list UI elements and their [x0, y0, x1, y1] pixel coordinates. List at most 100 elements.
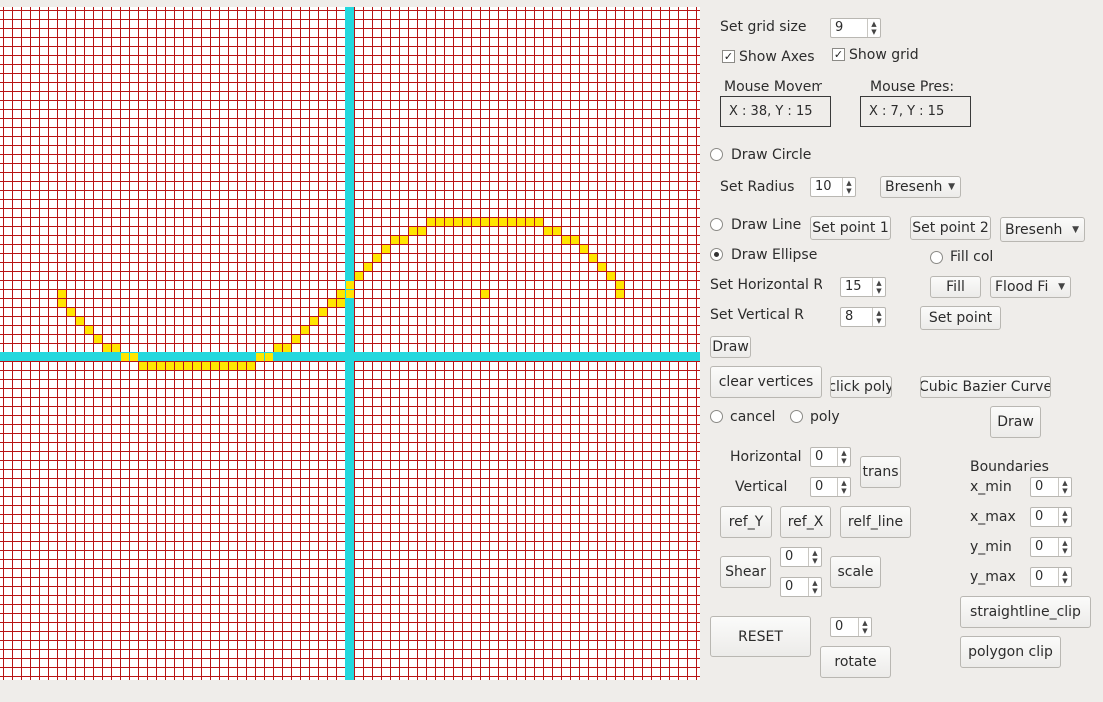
reflect-y-button[interactable]: ref_Y — [720, 506, 772, 538]
cubic-bezier-curve-button[interactable]: Cubic Bazier Curve — [920, 376, 1051, 398]
ellipse-pixel — [607, 272, 615, 280]
draw-circle-radio[interactable] — [710, 148, 723, 161]
spin-arrows-icon[interactable]: ▲ ▼ — [872, 308, 885, 326]
boundaries-label: Boundaries — [970, 459, 1049, 475]
spin-arrows-icon[interactable]: ▲ ▼ — [837, 448, 850, 466]
ellipse-pixel — [265, 353, 273, 361]
pixel-grid[interactable] — [0, 7, 700, 680]
ellipse-pixel — [337, 290, 345, 298]
ellipse-pixel — [409, 227, 417, 235]
spin-arrows-icon[interactable]: ▲ ▼ — [837, 478, 850, 496]
y-max-label: y_max — [970, 569, 1016, 585]
radius-spinbox[interactable]: 10 ▲ ▼ — [810, 177, 856, 197]
spin-arrows-icon[interactable]: ▲ ▼ — [808, 548, 821, 566]
spin-arrows-icon[interactable]: ▲ ▼ — [872, 278, 885, 296]
spin-arrows-icon[interactable]: ▲ ▼ — [1058, 538, 1071, 556]
x-max-value: 0 — [1035, 509, 1044, 524]
ellipse-pixel — [373, 254, 381, 262]
ellipse-pixel — [166, 362, 174, 370]
x-max-spinbox[interactable]: 0 ▲ ▼ — [1030, 507, 1072, 527]
shear-x-spinbox[interactable]: 0 ▲ ▼ — [780, 547, 822, 567]
show-axes-checkbox[interactable]: ✓ — [722, 50, 735, 63]
reflect-line-button[interactable]: relf_line — [840, 506, 911, 538]
ellipse-pixel — [400, 236, 408, 244]
mouse-press-title: Mouse Pres: — [870, 79, 954, 95]
grid-size-spinbox[interactable]: 9 ▲ ▼ — [830, 18, 881, 38]
ellipse-pixel — [571, 236, 579, 244]
set-grid-size-label: Set grid size — [720, 19, 807, 35]
x-min-value: 0 — [1035, 479, 1044, 494]
horizontal-radius-spinbox[interactable]: 15 ▲ ▼ — [840, 277, 886, 297]
shear-button[interactable]: Shear — [720, 556, 771, 588]
spin-arrows-icon[interactable]: ▲ ▼ — [858, 618, 871, 636]
spin-arrows-icon[interactable]: ▲ ▼ — [1058, 508, 1071, 526]
ellipse-pixel — [445, 218, 453, 226]
fill-algorithm-select[interactable]: Flood Fi ▼ — [990, 276, 1071, 298]
clear-vertices-button[interactable]: clear vertices — [710, 366, 822, 398]
vertical-label: Vertical — [735, 479, 788, 495]
draw-ellipse-radio[interactable] — [710, 248, 723, 261]
rotate-button[interactable]: rotate — [820, 646, 891, 678]
ellipse-pixel — [355, 272, 363, 280]
rotate-angle-spinbox[interactable]: 0 ▲ ▼ — [830, 617, 872, 637]
translate-horizontal-spinbox[interactable]: 0 ▲ ▼ — [810, 447, 851, 467]
cancel-radio[interactable] — [710, 410, 723, 423]
ellipse-pixel — [319, 308, 327, 316]
ellipse-pixel — [616, 290, 624, 298]
bezier-draw-button[interactable]: Draw — [990, 406, 1041, 438]
ellipse-pixel — [58, 299, 66, 307]
show-axes-label: Show Axes — [739, 49, 815, 65]
ellipse-pixel — [175, 362, 183, 370]
scale-button[interactable]: scale — [830, 556, 881, 588]
reset-button[interactable]: RESET — [710, 616, 811, 657]
draw-ellipse-button[interactable]: Draw — [710, 336, 751, 358]
polygon-clip-button[interactable]: polygon clip — [960, 636, 1061, 668]
circle-algorithm-value: Bresenh — [885, 179, 943, 195]
ellipse-pixel — [553, 227, 561, 235]
draw-line-radio[interactable] — [710, 218, 723, 231]
spin-arrows-icon[interactable]: ▲ ▼ — [1058, 568, 1071, 586]
mouse-press-value: X : 7, Y : 15 — [869, 104, 945, 119]
fill-button[interactable]: Fill — [930, 276, 981, 298]
ellipse-pixel — [301, 326, 309, 334]
line-algorithm-value: Bresenh — [1005, 222, 1063, 238]
ellipse-pixel — [499, 218, 507, 226]
poly-radio[interactable] — [790, 410, 803, 423]
drawing-grid-area[interactable] — [0, 7, 700, 680]
reflect-x-button[interactable]: ref_X — [780, 506, 831, 538]
ellipse-pixel — [346, 281, 354, 289]
ellipse-pixel — [58, 290, 66, 298]
translate-button[interactable]: trans — [860, 456, 901, 488]
spin-arrows-icon[interactable]: ▲ ▼ — [1058, 478, 1071, 496]
set-radius-label: Set Radius — [720, 179, 795, 195]
y-min-value: 0 — [1035, 539, 1044, 554]
y-min-spinbox[interactable]: 0 ▲ ▼ — [1030, 537, 1072, 557]
spin-arrows-icon[interactable]: ▲ ▼ — [808, 578, 821, 596]
set-point-2-button[interactable]: Set point 2 — [910, 216, 991, 240]
set-vertical-radius-label: Set Vertical R — [710, 307, 804, 323]
show-grid-checkbox[interactable]: ✓ — [832, 48, 845, 61]
ellipse-pixel — [184, 362, 192, 370]
straightline-clip-button[interactable]: straightline_clip — [960, 596, 1091, 628]
spin-arrows-icon[interactable]: ▲ ▼ — [867, 19, 880, 37]
line-algorithm-select[interactable]: Bresenh ▼ — [1000, 217, 1085, 242]
vertical-radius-spinbox[interactable]: 8 ▲ ▼ — [840, 307, 886, 327]
click-poly-button[interactable]: click poly — [830, 376, 892, 398]
spin-arrows-icon[interactable]: ▲ ▼ — [842, 178, 855, 196]
ellipse-pixel — [283, 344, 291, 352]
set-point-button[interactable]: Set point — [920, 306, 1001, 330]
circle-algorithm-select[interactable]: Bresenh ▼ — [880, 176, 961, 198]
shear-y-spinbox[interactable]: 0 ▲ ▼ — [780, 577, 822, 597]
fill-color-radio[interactable] — [930, 251, 943, 264]
grid-size-value: 9 — [835, 20, 844, 35]
x-min-spinbox[interactable]: 0 ▲ ▼ — [1030, 477, 1072, 497]
y-max-spinbox[interactable]: 0 ▲ ▼ — [1030, 567, 1072, 587]
chevron-down-icon: ▼ — [1072, 225, 1079, 235]
ellipse-pixel — [481, 218, 489, 226]
ellipse-pixel — [490, 218, 498, 226]
cancel-label: cancel — [730, 409, 776, 425]
x-max-label: x_max — [970, 509, 1016, 525]
set-point-1-button[interactable]: Set point 1 — [810, 216, 891, 240]
y-axis — [345, 7, 354, 680]
translate-vertical-spinbox[interactable]: 0 ▲ ▼ — [810, 477, 851, 497]
